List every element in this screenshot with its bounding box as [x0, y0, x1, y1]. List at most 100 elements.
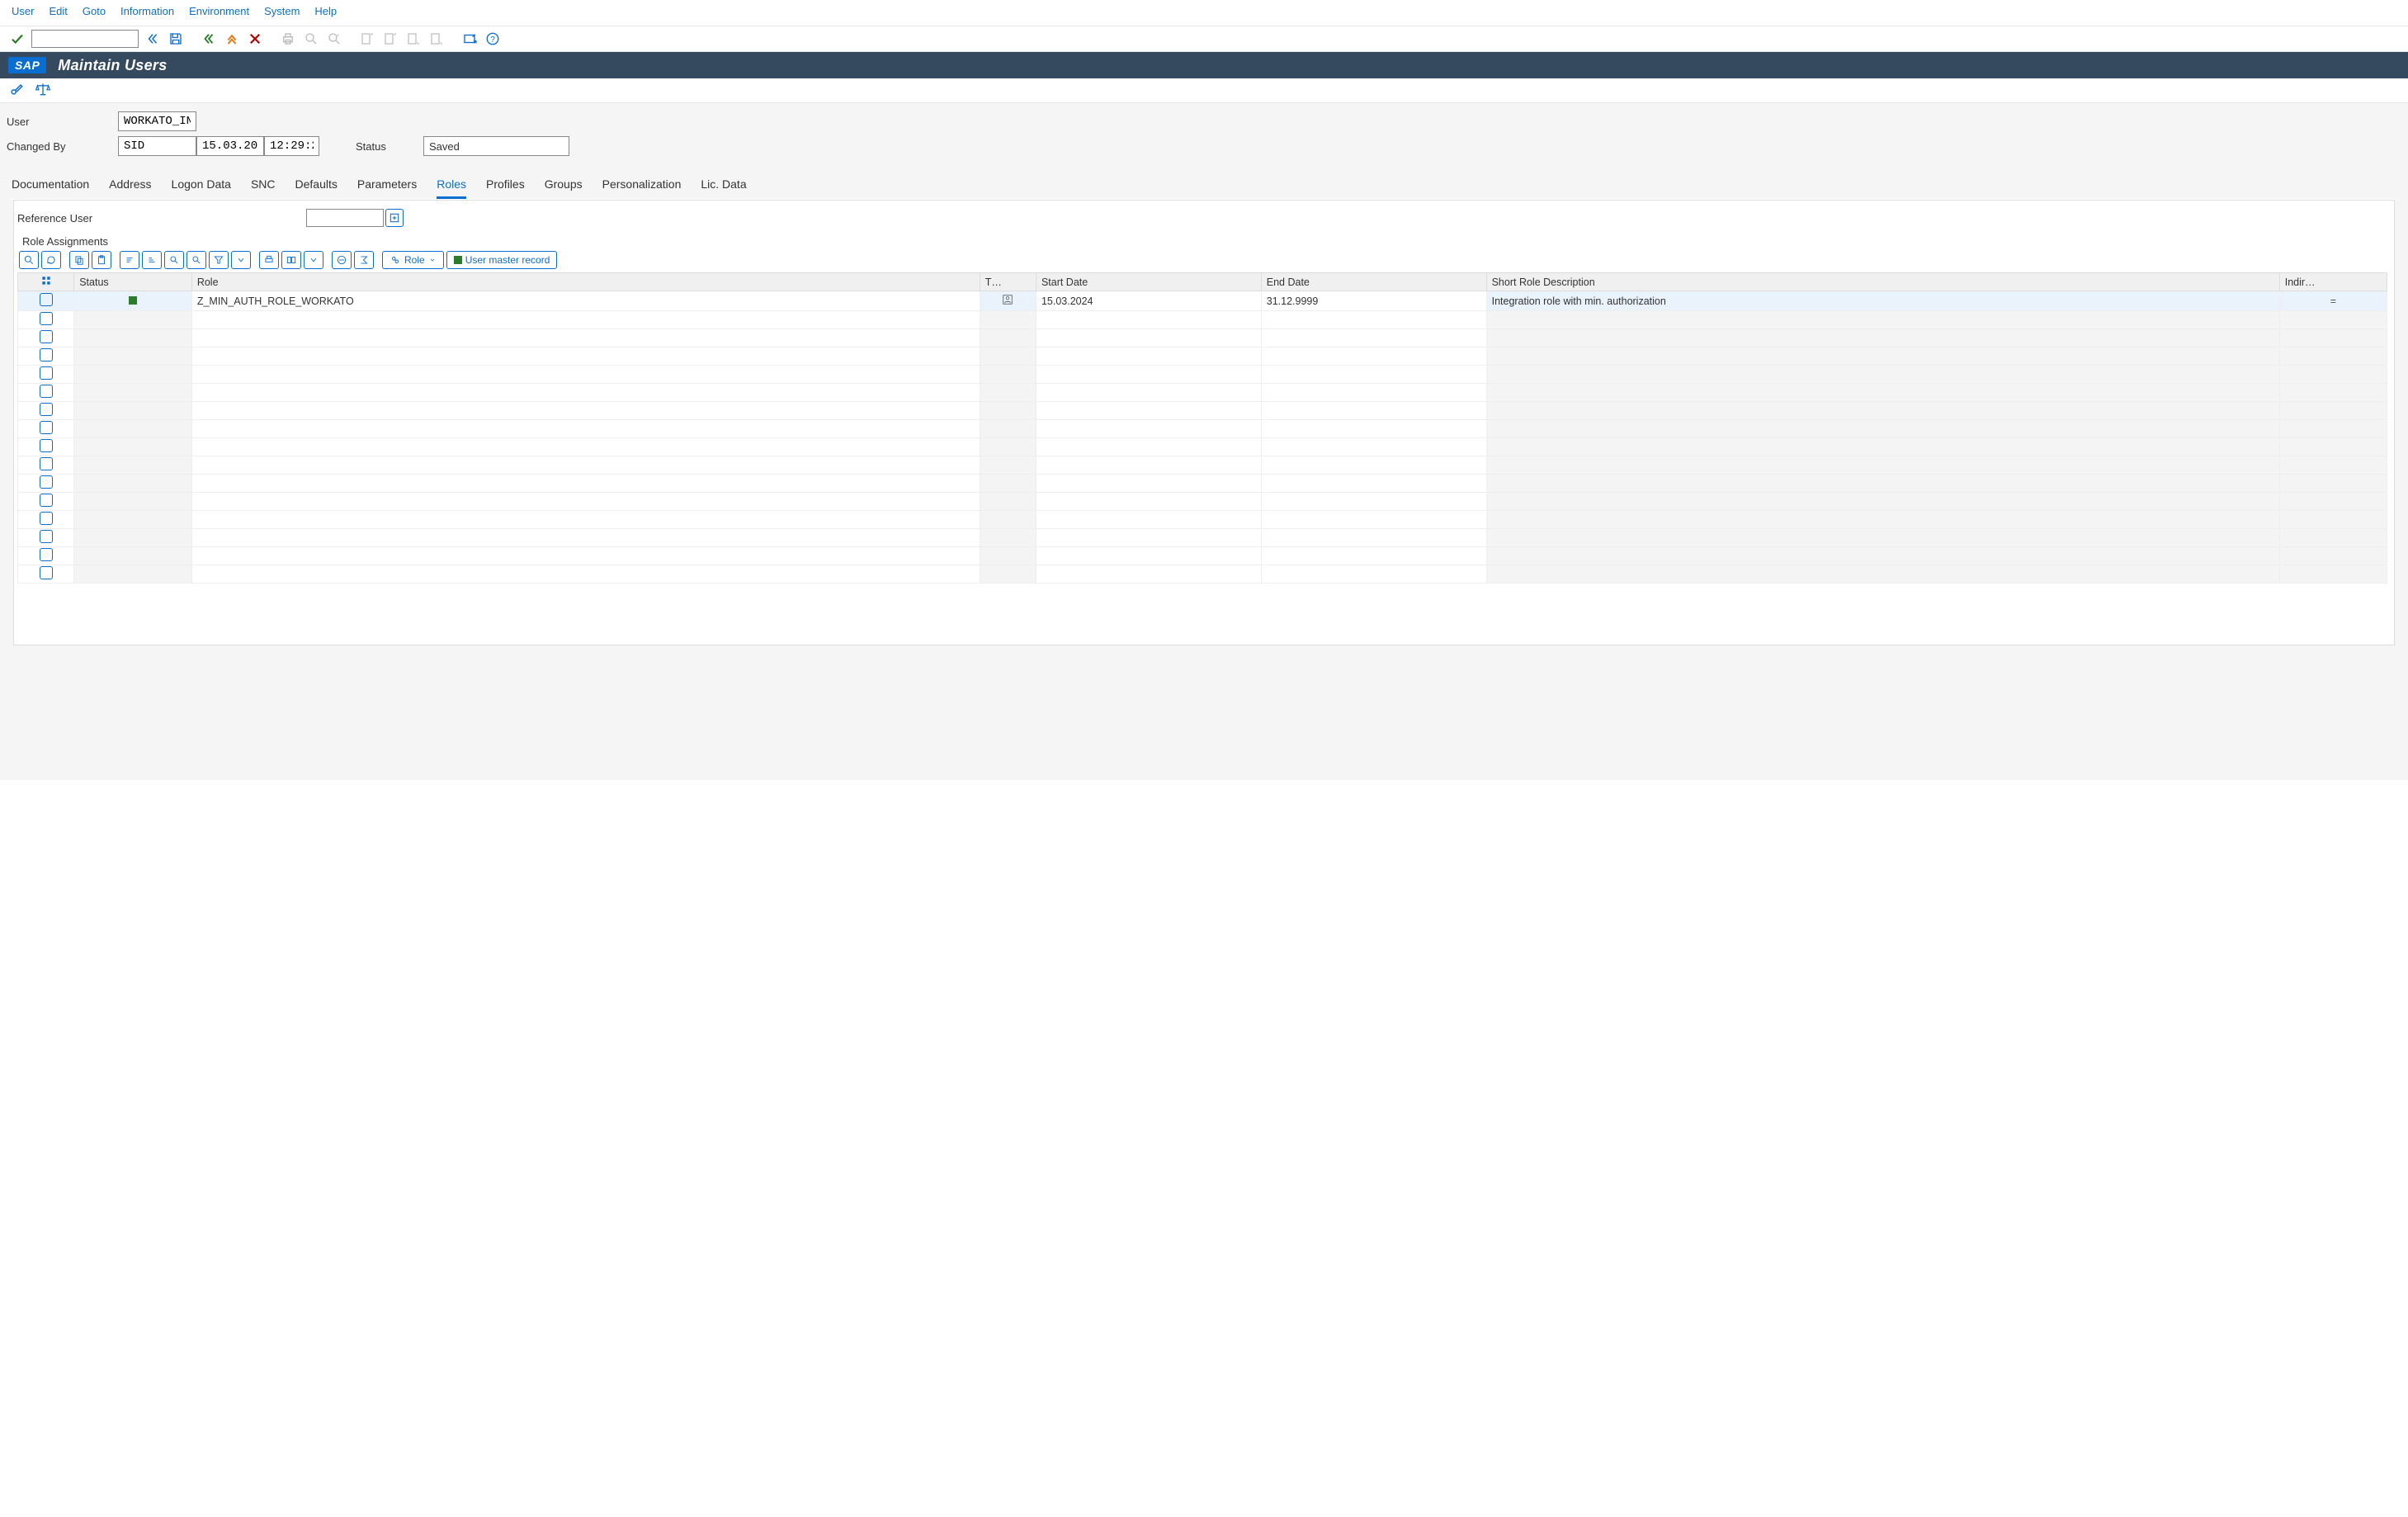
tab-groups[interactable]: Groups: [545, 172, 583, 199]
table-row[interactable]: [18, 547, 2387, 565]
tab-logon-data[interactable]: Logon Data: [172, 172, 231, 199]
col-header-start[interactable]: Start Date: [1036, 273, 1261, 291]
last-page-icon[interactable]: [427, 30, 446, 48]
display-change-icon[interactable]: [8, 81, 25, 100]
table-row[interactable]: [18, 565, 2387, 584]
table-row[interactable]: [18, 329, 2387, 347]
user-field[interactable]: [118, 111, 196, 131]
command-field[interactable]: [31, 30, 139, 48]
col-header-role[interactable]: Role: [191, 273, 980, 291]
grid-sort-asc-button[interactable]: [120, 251, 139, 269]
tab-roles[interactable]: Roles: [437, 172, 466, 199]
table-row[interactable]: [18, 456, 2387, 475]
row-select-box[interactable]: [40, 530, 53, 543]
table-row[interactable]: [18, 384, 2387, 402]
find-next-icon[interactable]: +: [325, 30, 343, 48]
row-select-box[interactable]: [40, 403, 53, 416]
row-select-box[interactable]: [40, 330, 53, 343]
grid-find-button[interactable]: [164, 251, 184, 269]
cancel-icon[interactable]: [246, 30, 264, 48]
grid-delete-row-button[interactable]: [332, 251, 352, 269]
row-select-box[interactable]: [40, 475, 53, 489]
tab-address[interactable]: Address: [109, 172, 151, 199]
col-header-status[interactable]: Status: [74, 273, 192, 291]
grid-export-button[interactable]: [281, 251, 301, 269]
grid-cut-button[interactable]: [69, 251, 89, 269]
row-select-box[interactable]: [40, 439, 53, 452]
table-row[interactable]: [18, 420, 2387, 438]
row-select-box[interactable]: [40, 348, 53, 362]
table-row[interactable]: [18, 511, 2387, 529]
col-header-indir[interactable]: Indir…: [2279, 273, 2387, 291]
grid-details-button[interactable]: [19, 251, 39, 269]
menu-goto[interactable]: Goto: [83, 5, 106, 17]
row-select-box[interactable]: [40, 293, 53, 306]
col-header-end[interactable]: End Date: [1261, 273, 1486, 291]
menu-environment[interactable]: Environment: [189, 5, 249, 17]
table-row[interactable]: [18, 529, 2387, 547]
row-select-box[interactable]: [40, 566, 53, 579]
row-select-box[interactable]: [40, 512, 53, 525]
tab-personalization[interactable]: Personalization: [602, 172, 682, 199]
grid-role-button[interactable]: Role: [382, 251, 444, 269]
tab-profiles[interactable]: Profiles: [486, 172, 525, 199]
first-page-icon[interactable]: [358, 30, 376, 48]
new-session-icon[interactable]: ★: [460, 30, 479, 48]
tab-defaults[interactable]: Defaults: [295, 172, 338, 199]
grid-config-header[interactable]: [18, 273, 74, 291]
table-row[interactable]: [18, 493, 2387, 511]
reference-user-field[interactable]: [306, 209, 384, 227]
col-header-desc[interactable]: Short Role Description: [1486, 273, 2279, 291]
row-select-box[interactable]: [40, 421, 53, 434]
cell-end-date[interactable]: 31.12.9999: [1261, 291, 1486, 311]
tab-parameters[interactable]: Parameters: [357, 172, 417, 199]
grid-filter-button[interactable]: [209, 251, 229, 269]
menu-user[interactable]: User: [12, 5, 34, 17]
collapse-icon[interactable]: [144, 30, 162, 48]
reference-user-lookup-button[interactable]: [385, 209, 404, 227]
grid-filter-dropdown[interactable]: [231, 251, 251, 269]
changed-by-field[interactable]: [118, 136, 196, 156]
grid-find-next-button[interactable]: [187, 251, 206, 269]
row-select-box[interactable]: [40, 312, 53, 325]
changed-time-field[interactable]: [264, 136, 319, 156]
table-row[interactable]: [18, 402, 2387, 420]
tab-documentation[interactable]: Documentation: [12, 172, 89, 199]
menu-system[interactable]: System: [264, 5, 300, 17]
find-icon[interactable]: [302, 30, 320, 48]
row-select-box[interactable]: [40, 457, 53, 470]
grid-paste-button[interactable]: [92, 251, 111, 269]
grid-sort-desc-button[interactable]: [142, 251, 162, 269]
table-row[interactable]: [18, 366, 2387, 384]
prev-page-icon[interactable]: [381, 30, 399, 48]
row-select-box[interactable]: [40, 385, 53, 398]
table-row[interactable]: [18, 347, 2387, 366]
cell-start-date[interactable]: 15.03.2024: [1036, 291, 1261, 311]
menu-help[interactable]: Help: [314, 5, 337, 17]
next-page-icon[interactable]: [404, 30, 423, 48]
scales-icon[interactable]: [35, 81, 51, 100]
grid-print-button[interactable]: [259, 251, 279, 269]
help-icon[interactable]: ?: [484, 30, 502, 48]
col-header-type[interactable]: T…: [980, 273, 1036, 291]
grid-refresh-button[interactable]: [41, 251, 61, 269]
grid-export-dropdown[interactable]: [304, 251, 323, 269]
tab-snc[interactable]: SNC: [251, 172, 276, 199]
enter-icon[interactable]: [8, 30, 26, 48]
table-row[interactable]: [18, 311, 2387, 329]
back-icon[interactable]: [200, 30, 218, 48]
changed-date-field[interactable]: [196, 136, 264, 156]
menu-edit[interactable]: Edit: [49, 5, 67, 17]
grid-total-button[interactable]: [354, 251, 374, 269]
table-row[interactable]: [18, 438, 2387, 456]
menu-information[interactable]: Information: [120, 5, 174, 17]
tab-lic-data[interactable]: Lic. Data: [701, 172, 746, 199]
print-icon[interactable]: [279, 30, 297, 48]
grid-user-master-button[interactable]: User master record: [446, 251, 558, 269]
exit-icon[interactable]: [223, 30, 241, 48]
table-row[interactable]: [18, 475, 2387, 493]
row-select-box[interactable]: [40, 494, 53, 507]
table-row[interactable]: Z_MIN_AUTH_ROLE_WORKATO15.03.202431.12.9…: [18, 291, 2387, 311]
row-select-box[interactable]: [40, 366, 53, 380]
save-icon[interactable]: [167, 30, 185, 48]
